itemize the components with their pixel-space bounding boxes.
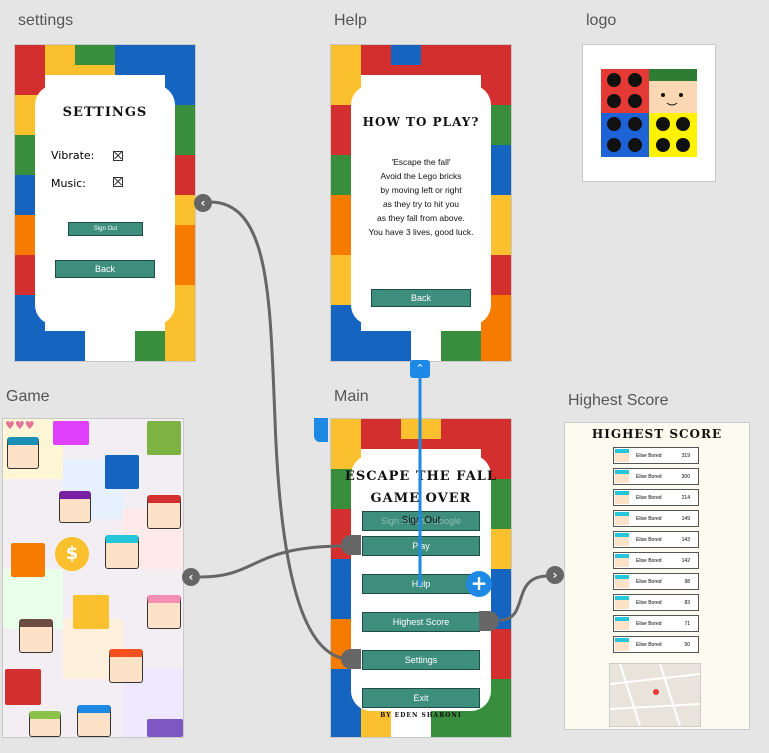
- chevron-up-icon: ⌃: [415, 362, 425, 375]
- add-link-button[interactable]: +: [466, 571, 492, 597]
- plus-icon: +: [470, 571, 488, 595]
- settings-link-anchor[interactable]: [341, 649, 361, 669]
- prototype-connectors: [199, 200, 549, 661]
- highscore-wire: [499, 574, 549, 622]
- help-link-handle[interactable]: ⌃: [410, 360, 430, 378]
- settings-to-main-wire: [209, 200, 351, 661]
- play-link-anchor[interactable]: [341, 535, 361, 555]
- game-to-play-wire: [199, 544, 351, 579]
- highscore-link-anchor[interactable]: [479, 611, 499, 631]
